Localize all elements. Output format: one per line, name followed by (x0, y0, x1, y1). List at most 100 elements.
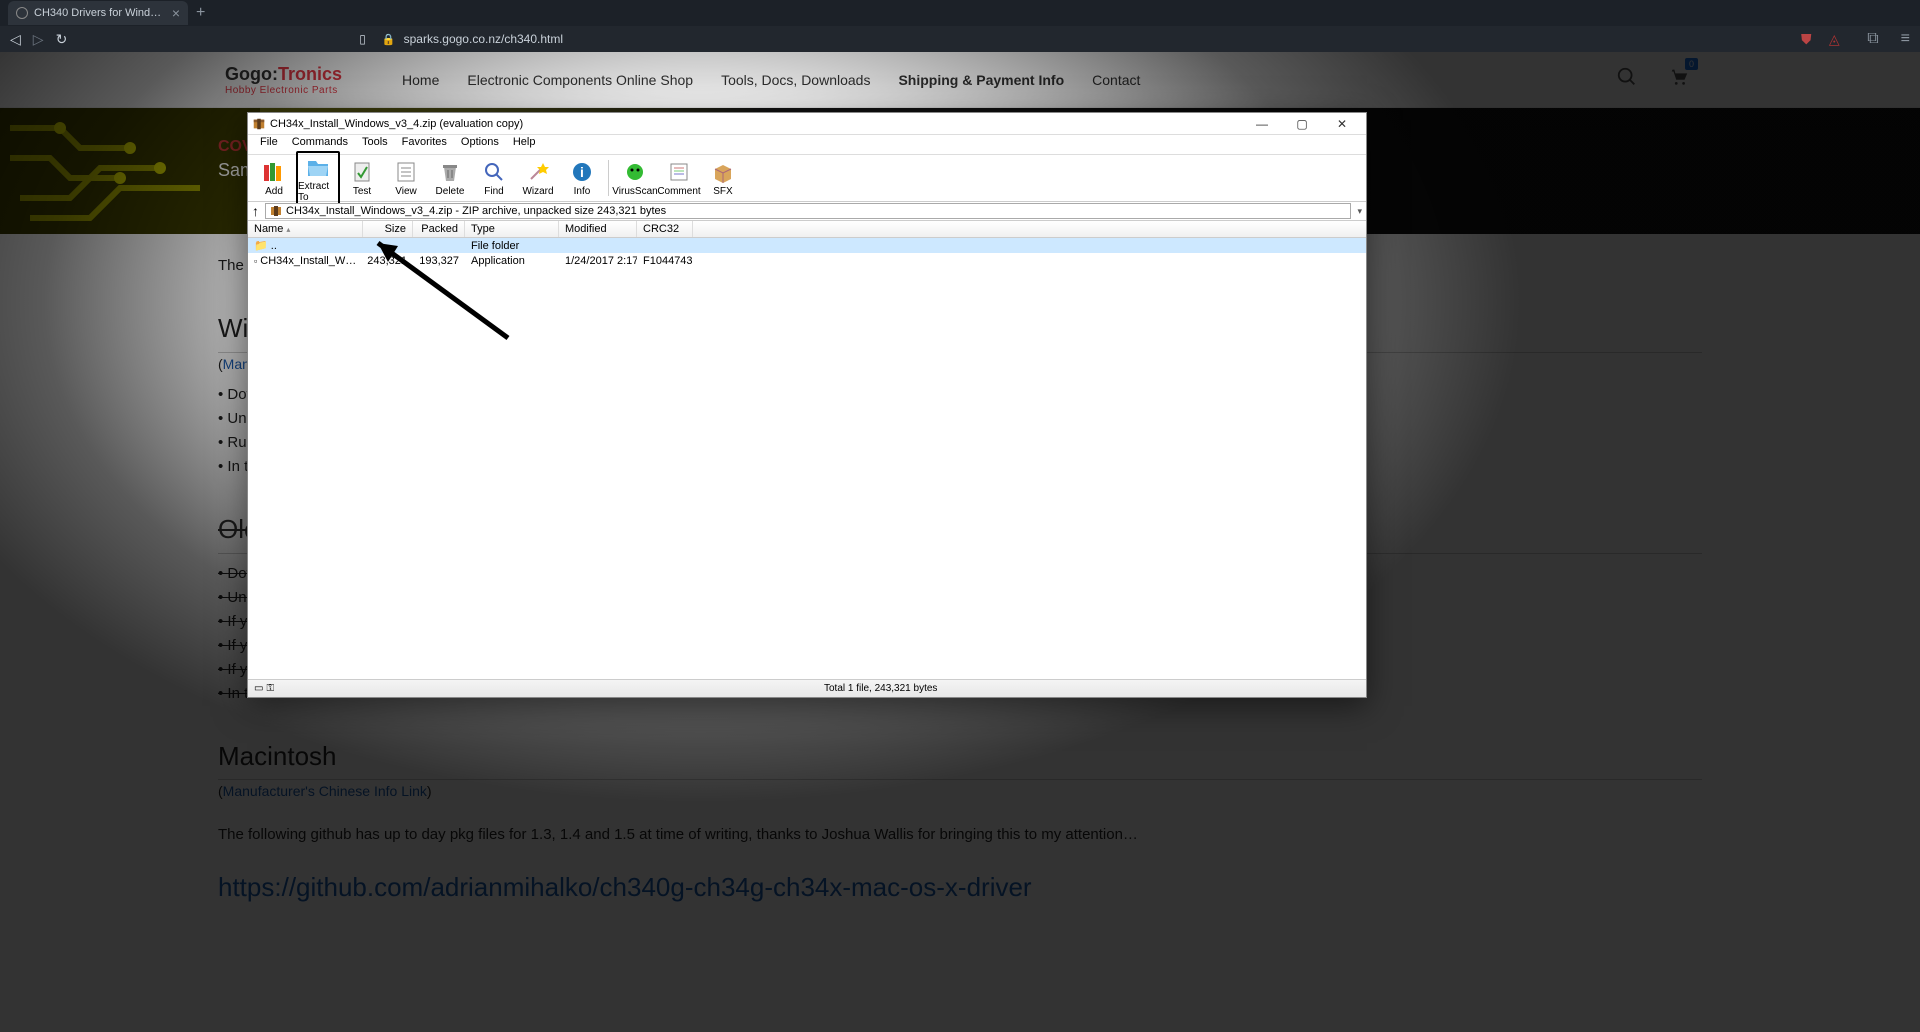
maximize-button[interactable]: ▢ (1282, 117, 1322, 131)
menu-file[interactable]: File (254, 135, 284, 154)
toolbar: Add Extract To Test View Delete Find Wiz… (248, 154, 1366, 202)
forward-button[interactable]: ▷ (33, 31, 44, 48)
exe-icon: ▫ (254, 256, 257, 266)
col-type[interactable]: Type (465, 221, 559, 237)
tab-title: CH340 Drivers for Windows, Mac (34, 7, 166, 19)
browser-chrome: CH340 Drivers for Windows, Mac × + ◁ ▷ ↻… (0, 0, 1920, 52)
titlebar[interactable]: CH34x_Install_Windows_v3_4.zip (evaluati… (248, 113, 1366, 135)
add-button[interactable]: Add (252, 159, 296, 197)
col-crc[interactable]: CRC32 (637, 221, 693, 237)
search-icon[interactable] (1616, 66, 1638, 94)
nav-contact[interactable]: Contact (1092, 72, 1140, 88)
col-name[interactable]: Name ▴ (248, 221, 363, 237)
main-nav: Home Electronic Components Online Shop T… (402, 72, 1140, 88)
logo-sub: Hobby Electronic Parts (225, 85, 342, 96)
wand-icon (525, 159, 551, 185)
comment-button[interactable]: Comment (657, 159, 701, 197)
url-text: sparks.gogo.co.nz/ch340.html (404, 32, 563, 46)
disk-icon: ▭ (254, 683, 263, 694)
nav-tools[interactable]: Tools, Docs, Downloads (721, 72, 870, 88)
reader-icon[interactable]: ⧉ (1867, 30, 1878, 48)
find-button[interactable]: Find (472, 159, 516, 197)
archive-icon (270, 205, 282, 217)
menu-tools[interactable]: Tools (356, 135, 394, 154)
menu-favorites[interactable]: Favorites (396, 135, 453, 154)
windows-manuf-link[interactable]: Man (223, 356, 250, 372)
col-size[interactable]: Size (363, 221, 413, 237)
extension-icon[interactable]: ◬ (1825, 30, 1843, 48)
lock-small-icon: ⚿ (266, 683, 274, 694)
new-tab-button[interactable]: + (196, 4, 205, 22)
mac-paragraph: The following github has up to day pkg f… (218, 823, 1702, 847)
col-packed[interactable]: Packed (413, 221, 465, 237)
chevron-down-icon[interactable]: ▾ (1357, 206, 1362, 217)
trash-icon (437, 159, 463, 185)
test-icon (349, 159, 375, 185)
heading-mac: Macintosh (218, 736, 1702, 781)
mac-sublink: (Manufacturer's Chinese Info Link) (218, 780, 1702, 802)
file-list[interactable]: 📁 .. File folder ▫ CH34x_Install_W… 243,… (248, 238, 1366, 658)
books-icon (261, 159, 287, 185)
menu-help[interactable]: Help (507, 135, 542, 154)
path-bar: ↑ CH34x_Install_Windows_v3_4.zip - ZIP a… (248, 202, 1366, 221)
window-title: CH34x_Install_Windows_v3_4.zip (evaluati… (270, 118, 1242, 130)
search-icon (481, 159, 507, 185)
url-bar[interactable]: ▯ 🔒 sparks.gogo.co.nz/ch340.html (79, 32, 1785, 46)
toolbar-separator (608, 160, 609, 196)
column-headers: Name ▴ Size Packed Type Modified CRC32 (248, 221, 1366, 238)
test-button[interactable]: Test (340, 159, 384, 197)
winrar-icon (252, 117, 266, 131)
info-icon: i (569, 159, 595, 185)
extract-to-button[interactable]: Extract To (296, 151, 340, 206)
nav-home[interactable]: Home (402, 72, 439, 88)
shield-icon[interactable]: ⛊ (1797, 30, 1815, 48)
sfx-button[interactable]: SFX (701, 159, 745, 197)
close-icon[interactable]: × (172, 5, 180, 21)
up-button[interactable]: ↑ (252, 203, 259, 219)
virus-icon (622, 159, 648, 185)
col-modified[interactable]: Modified (559, 221, 637, 237)
box-icon (710, 159, 736, 185)
back-button[interactable]: ◁ (10, 31, 21, 48)
table-row[interactable]: ▫ CH34x_Install_W… 243,321 193,327 Appli… (248, 253, 1366, 268)
virusscan-button[interactable]: VirusScan (613, 159, 657, 197)
path-input[interactable]: CH34x_Install_Windows_v3_4.zip - ZIP arc… (265, 203, 1351, 219)
menu-icon[interactable]: ≡ (1901, 30, 1910, 48)
status-text: Total 1 file, 243,321 bytes (824, 683, 937, 694)
cart-badge: 0 (1685, 58, 1698, 70)
table-row[interactable]: 📁 .. File folder (248, 238, 1366, 253)
nav-shop[interactable]: Electronic Components Online Shop (467, 72, 693, 88)
info-button[interactable]: iInfo (560, 159, 604, 197)
statusbar: ▭⚿ Total 1 file, 243,321 bytes (248, 679, 1366, 697)
close-button[interactable]: ✕ (1322, 117, 1362, 131)
globe-icon (16, 7, 28, 19)
site-header: Gogo:Tronics Hobby Electronic Parts Home… (0, 52, 1920, 108)
reload-button[interactable]: ↻ (56, 31, 68, 48)
view-button[interactable]: View (384, 159, 428, 197)
delete-button[interactable]: Delete (428, 159, 472, 197)
nav-shipping[interactable]: Shipping & Payment Info (898, 72, 1064, 88)
winrar-window: CH34x_Install_Windows_v3_4.zip (evaluati… (247, 112, 1367, 698)
extension-icons: ⛊ ◬ (1797, 30, 1843, 48)
bookmark-icon[interactable]: ▯ (359, 32, 366, 46)
logo-text-b: Tronics (278, 64, 342, 84)
folder-icon: 📁 (254, 239, 268, 252)
menubar: File Commands Tools Favorites Options He… (248, 135, 1366, 154)
wizard-button[interactable]: Wizard (516, 159, 560, 197)
nav-bar: ◁ ▷ ↻ ▯ 🔒 sparks.gogo.co.nz/ch340.html ⛊… (0, 26, 1920, 52)
cart-icon[interactable]: 0 (1668, 66, 1690, 94)
folder-extract-icon (305, 154, 331, 180)
comment-icon (666, 159, 692, 185)
github-link[interactable]: https://github.com/adrianmihalko/ch340g-… (218, 872, 1032, 902)
lock-icon: 🔒 (382, 33, 396, 46)
tab-bar: CH340 Drivers for Windows, Mac × + (0, 0, 1920, 26)
browser-tab[interactable]: CH340 Drivers for Windows, Mac × (8, 1, 188, 25)
site-logo[interactable]: Gogo:Tronics Hobby Electronic Parts (225, 64, 342, 96)
menu-options[interactable]: Options (455, 135, 505, 154)
minimize-button[interactable]: — (1242, 117, 1282, 131)
logo-text-a: Gogo: (225, 64, 278, 84)
mac-manuf-link[interactable]: Manufacturer's Chinese Info Link (223, 783, 427, 799)
svg-text:i: i (580, 164, 584, 180)
path-text: CH34x_Install_Windows_v3_4.zip - ZIP arc… (286, 205, 666, 217)
view-icon (393, 159, 419, 185)
